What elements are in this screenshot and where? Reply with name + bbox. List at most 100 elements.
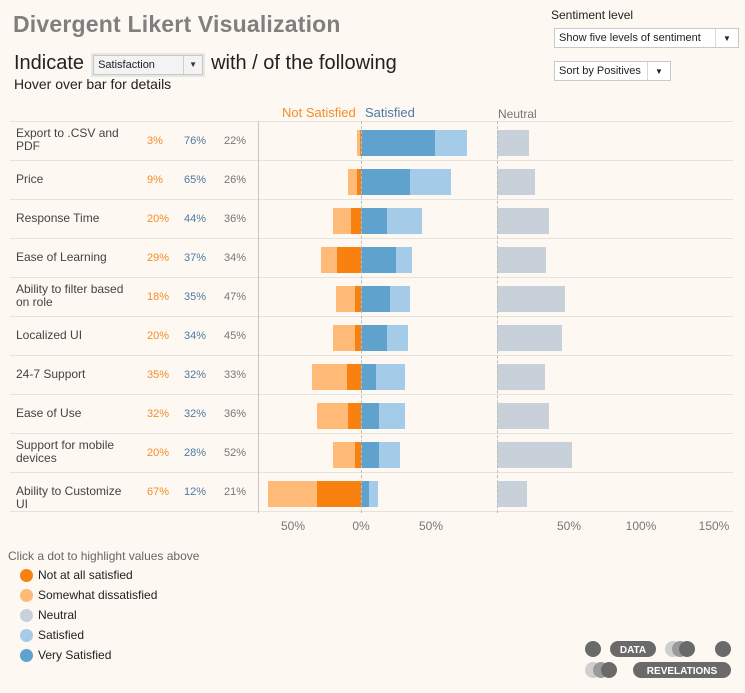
tick-label: 50% [556, 519, 582, 533]
chevron-down-icon[interactable]: ▼ [183, 55, 202, 74]
row-label: Response Time [16, 211, 100, 225]
bar-somewhat-dissatisfied[interactable] [348, 169, 357, 195]
neutral-total: 34% [224, 252, 247, 264]
bar-very-satisfied[interactable] [361, 247, 396, 273]
bar-very-satisfied[interactable] [361, 208, 388, 234]
measure-select[interactable]: Satisfaction ▼ [93, 54, 204, 75]
logo-dot [601, 662, 617, 678]
bar-satisfied[interactable] [387, 325, 409, 351]
chevron-down-icon[interactable]: ▼ [715, 29, 738, 47]
bar-neutral[interactable] [497, 325, 563, 351]
neutral-total: 26% [224, 174, 247, 186]
bar-neutral[interactable] [497, 481, 528, 507]
data-revelations-logo: DATA REVELATIONS [585, 641, 731, 678]
neutral-total: 36% [224, 408, 247, 420]
legend-item[interactable]: Neutral [20, 608, 77, 622]
bar-satisfied[interactable] [376, 364, 406, 390]
row-divider [10, 277, 733, 278]
bar-somewhat-dissatisfied[interactable] [312, 364, 348, 390]
sort-dropdown[interactable]: Sort by Positives ▼ [554, 61, 671, 81]
legend-dot-icon[interactable] [20, 628, 33, 642]
bar-neutral[interactable] [497, 403, 550, 429]
negative-total: 67% [147, 486, 170, 498]
bar-satisfied[interactable] [434, 130, 467, 156]
row-divider [10, 199, 733, 200]
bar-somewhat-dissatisfied[interactable] [356, 130, 360, 156]
bar-somewhat-dissatisfied[interactable] [267, 481, 317, 507]
sentiment-level-dropdown[interactable]: Show five levels of sentiment ▼ [554, 28, 739, 48]
row-divider [10, 355, 733, 356]
legend-dot-icon[interactable] [20, 588, 33, 602]
legend-dot-icon[interactable] [20, 568, 33, 582]
bar-not-at-all-satisfied[interactable] [337, 247, 361, 273]
legend-item[interactable]: Not at all satisfied [20, 568, 133, 582]
bar-somewhat-dissatisfied[interactable] [335, 286, 356, 312]
legend-item[interactable]: Somewhat dissatisfied [20, 588, 157, 602]
positive-total: 34% [184, 330, 207, 342]
sentiment-level-value: Show five levels of sentiment [559, 32, 701, 44]
negative-total: 20% [147, 213, 170, 225]
bar-very-satisfied[interactable] [361, 403, 380, 429]
hover-hint: Hover over bar for details [14, 76, 172, 92]
negative-total: 20% [147, 447, 170, 459]
positive-total: 12% [184, 486, 207, 498]
bar-satisfied[interactable] [409, 169, 452, 195]
bar-satisfied[interactable] [390, 286, 410, 312]
row-label: Ease of Use [16, 406, 82, 420]
bar-very-satisfied[interactable] [361, 169, 410, 195]
bar-very-satisfied[interactable] [361, 364, 377, 390]
positive-total: 32% [184, 408, 207, 420]
bar-somewhat-dissatisfied[interactable] [320, 247, 338, 273]
row-label: Support for mobile devices [16, 438, 115, 465]
bar-neutral[interactable] [497, 247, 547, 273]
bar-satisfied[interactable] [369, 481, 378, 507]
bar-very-satisfied[interactable] [361, 130, 435, 156]
bar-not-at-all-satisfied[interactable] [348, 403, 361, 429]
bar-somewhat-dissatisfied[interactable] [333, 325, 356, 351]
header-neutral: Neutral [498, 107, 537, 121]
neutral-zero-line [497, 121, 498, 513]
bar-satisfied[interactable] [379, 442, 400, 468]
bar-somewhat-dissatisfied[interactable] [333, 208, 352, 234]
indicate-row: Indicate Satisfaction ▼ with / of the fo… [14, 52, 397, 75]
bar-neutral[interactable] [497, 442, 573, 468]
bar-somewhat-dissatisfied[interactable] [316, 403, 349, 429]
row-divider [10, 238, 733, 239]
bar-very-satisfied[interactable] [361, 325, 388, 351]
bar-not-at-all-satisfied[interactable] [347, 364, 361, 390]
bar-somewhat-dissatisfied[interactable] [333, 442, 356, 468]
legend-dot-icon[interactable] [20, 648, 33, 662]
bar-very-satisfied[interactable] [361, 286, 391, 312]
neutral-total: 47% [224, 291, 247, 303]
page-title: Divergent Likert Visualization [13, 11, 341, 37]
bar-very-satisfied[interactable] [361, 481, 370, 507]
bar-neutral[interactable] [497, 130, 529, 156]
row-label: Export to .CSV and PDF [16, 126, 119, 153]
bar-satisfied[interactable] [379, 403, 406, 429]
legend-item[interactable]: Satisfied [20, 628, 84, 642]
header-satisfied: Satisfied [365, 105, 415, 120]
negative-total: 3% [147, 135, 163, 147]
positive-total: 32% [184, 369, 207, 381]
measure-select-value: Satisfaction [98, 58, 155, 71]
legend-dot-icon[interactable] [20, 608, 33, 622]
row-divider [10, 433, 733, 434]
bar-neutral[interactable] [497, 364, 545, 390]
legend-item[interactable]: Very Satisfied [20, 648, 111, 662]
row-label: Ability to filter based on role [16, 282, 124, 309]
row-label: Ability to Customize UI [16, 484, 122, 511]
negative-total: 29% [147, 252, 170, 264]
legend-label: Not at all satisfied [38, 568, 133, 582]
bar-neutral[interactable] [497, 169, 535, 195]
bar-not-at-all-satisfied[interactable] [351, 208, 361, 234]
bar-not-at-all-satisfied[interactable] [316, 481, 361, 507]
bar-neutral[interactable] [497, 286, 565, 312]
chevron-down-icon[interactable]: ▼ [647, 62, 670, 80]
bar-neutral[interactable] [497, 208, 550, 234]
bar-very-satisfied[interactable] [361, 442, 380, 468]
neutral-total: 33% [224, 369, 247, 381]
bar-satisfied[interactable] [395, 247, 413, 273]
row-label: 24-7 Support [16, 367, 86, 381]
bar-satisfied[interactable] [387, 208, 423, 234]
row-divider [10, 394, 733, 395]
